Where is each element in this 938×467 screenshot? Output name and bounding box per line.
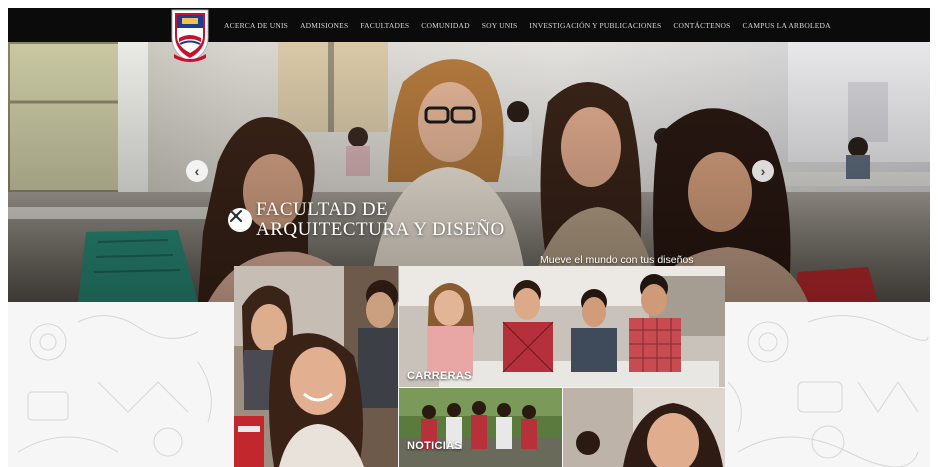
hero-photo [8,42,930,302]
nav-item-contactenos[interactable]: CONTÁCTENOS [673,21,730,30]
nav-item-investigacion[interactable]: INVESTIGACIÓN Y PUBLICACIONES [529,21,661,30]
hero-subtitle: Mueve el mundo con tus diseños [540,254,694,266]
main-menu: ACERCA DE UNIS ADMISIONES FACULTADES COM… [224,8,831,42]
tile-noticias[interactable]: NOTICIAS [399,388,562,467]
tile-carreras[interactable]: CARRERAS [399,266,725,387]
hero-slider: ‹ › FACULTAD DE ARQUITECTURA Y DISEÑO Mu… [8,42,930,302]
tile-girl-photo[interactable] [563,388,725,467]
slider-prev-button[interactable]: ‹ [186,160,208,182]
noticias-label: NOTICIAS [407,440,462,452]
nav-item-admisiones[interactable]: ADMISIONES [300,21,348,30]
hero-title: FACULTAD DE ARQUITECTURA Y DISEÑO [256,200,576,240]
hero-title-line2: ARQUITECTURA Y DISEÑO [256,219,505,240]
page: ACERCA DE UNIS ADMISIONES FACULTADES COM… [8,8,930,467]
nav-item-comunidad[interactable]: COMUNIDAD [421,21,469,30]
university-logo[interactable] [168,8,212,64]
chevron-right-icon: › [760,163,766,179]
nav-item-campus[interactable]: CAMPUS LA ARBOLEDA [743,21,831,30]
hero-title-line1: FACULTAD DE [256,199,389,220]
nav-item-soy-unis[interactable]: SOY UNIS [482,21,518,30]
carreras-label: CARRERAS [407,370,472,382]
top-navbar: ACERCA DE UNIS ADMISIONES FACULTADES COM… [8,8,930,42]
chevron-left-icon: ‹ [194,163,200,179]
tile-students-photo[interactable] [234,266,398,467]
nav-item-facultades[interactable]: FACULTADES [360,21,409,30]
design-tools-icon [228,208,252,232]
slider-next-button[interactable]: › [752,160,774,182]
nav-item-acerca[interactable]: ACERCA DE UNIS [224,21,288,30]
